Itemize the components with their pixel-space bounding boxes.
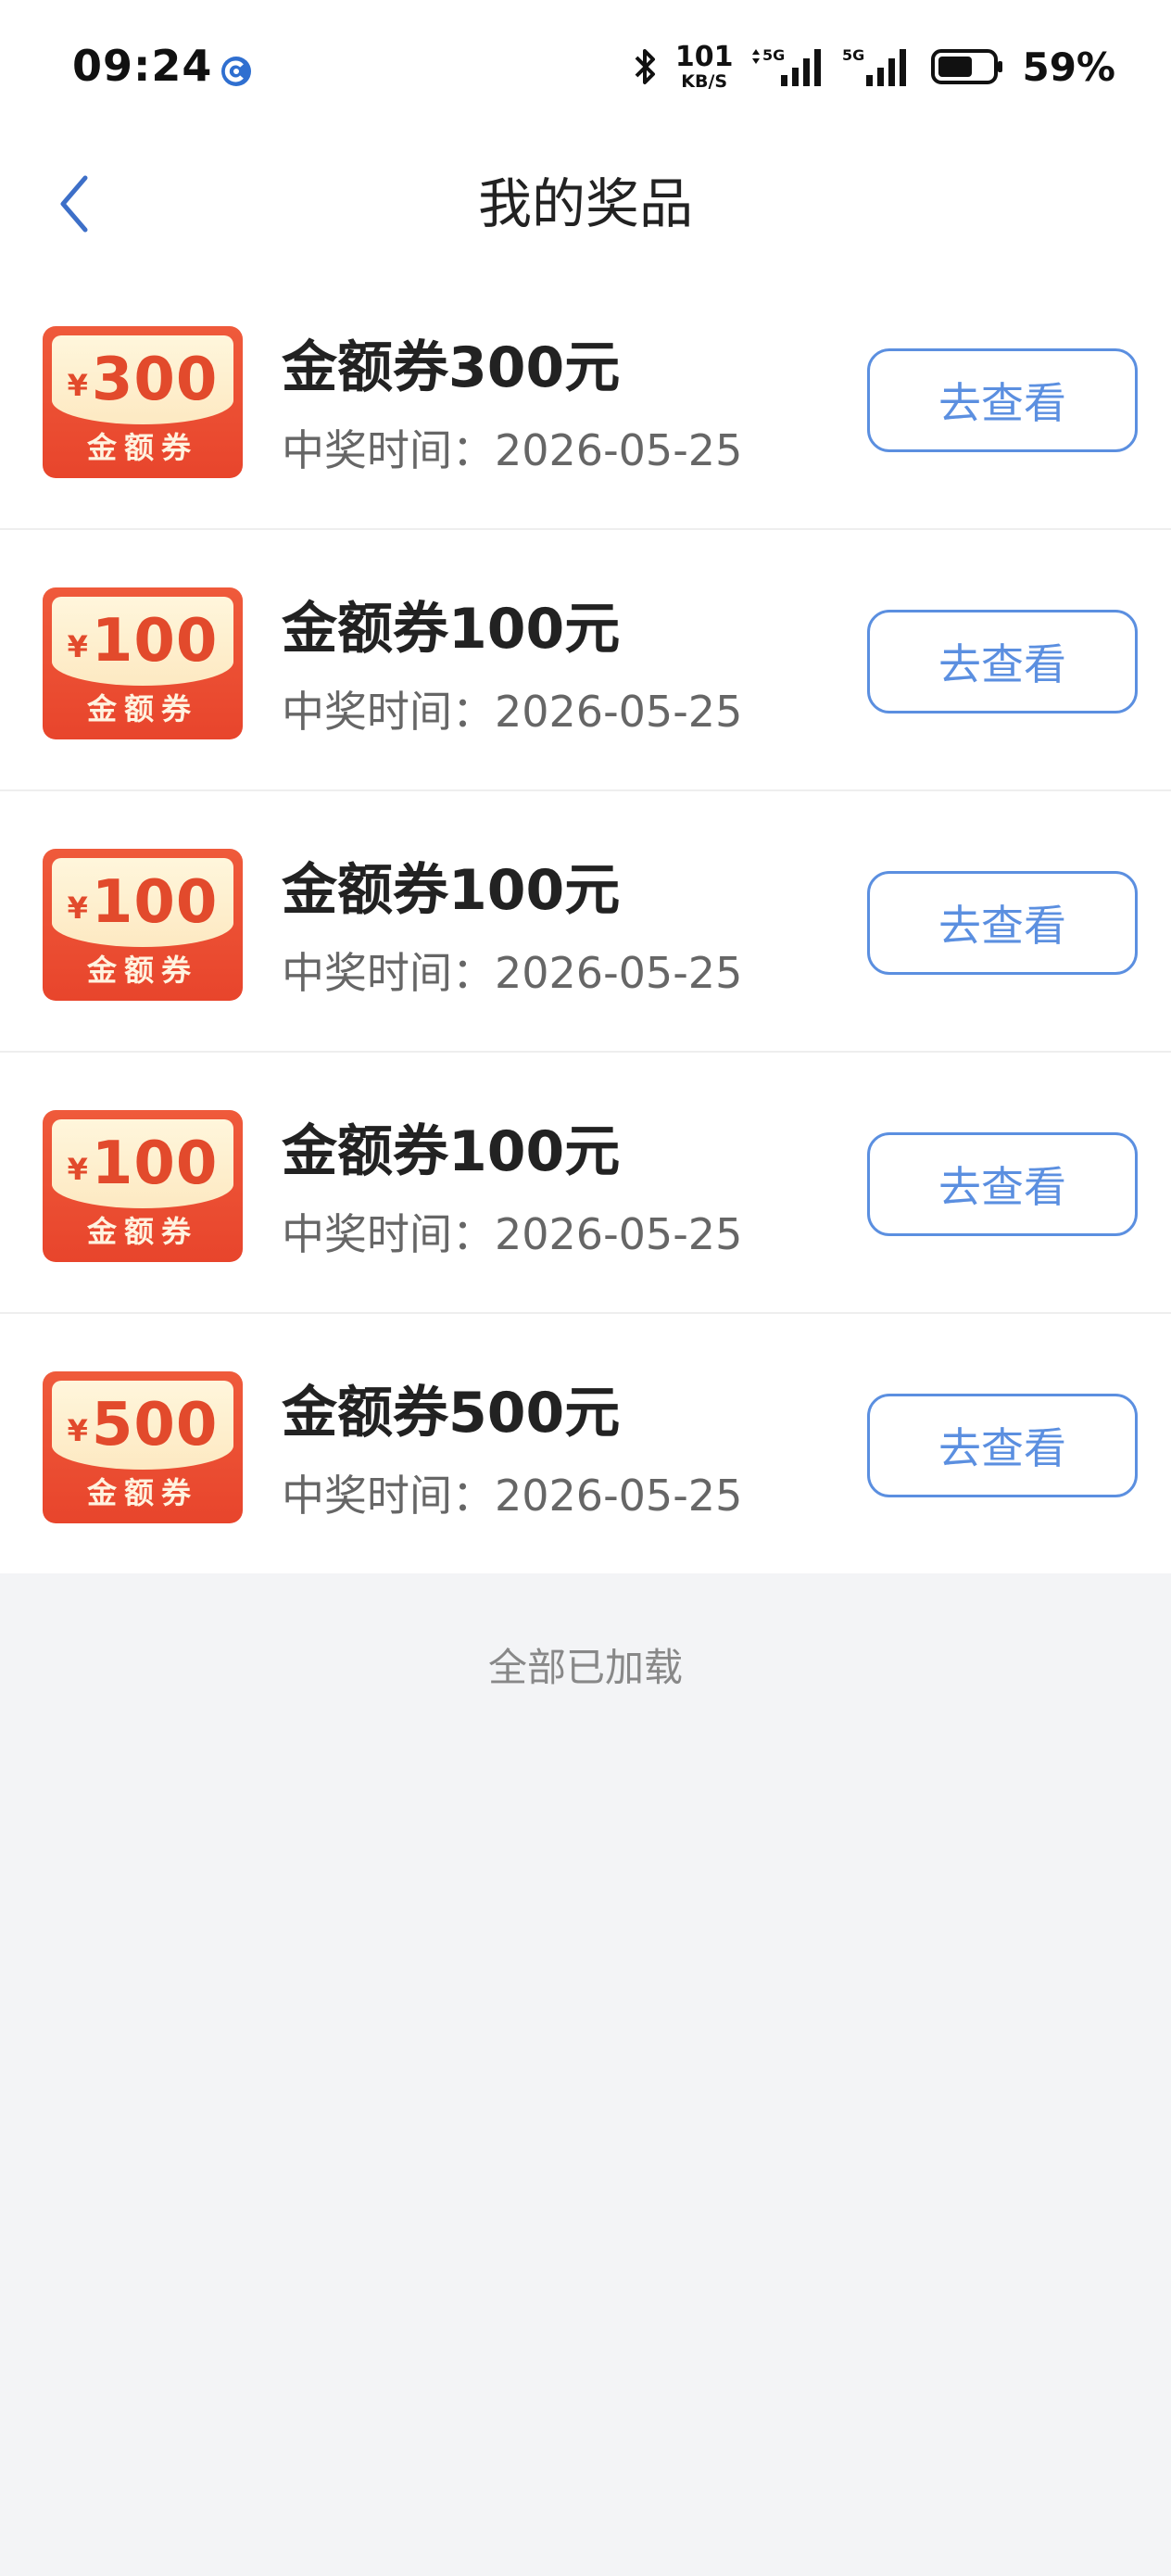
status-time: 09:24: [72, 41, 213, 91]
prize-list: ¥ 300 金额券 金额券300元 中奖时间：2026-05-25 去查看 ¥ …: [0, 269, 1171, 1573]
status-indicators: 101 KB/S 5G 5G 59%: [631, 39, 1115, 95]
coupon-currency: ¥: [67, 368, 88, 403]
network-speed-value: 101: [674, 40, 734, 73]
prize-date: 中奖时间：2026-05-25: [282, 1471, 743, 1521]
signal-2-label: 5G: [842, 46, 864, 64]
coupon-currency: ¥: [67, 1413, 88, 1448]
prize-date: 中奖时间：2026-05-25: [282, 425, 743, 475]
status-bar: 09:24 101 KB/S 5G 5G 59%: [0, 0, 1171, 139]
app-notification-icon: [221, 57, 251, 86]
screen: 09:24 101 KB/S 5G 5G 59% 我的奖品 ¥ 300 金额券 …: [0, 0, 1171, 2576]
coupon-label: 金额券: [86, 430, 198, 465]
prize-item: ¥ 300 金额券 金额券300元 中奖时间：2026-05-25 去查看: [0, 269, 1171, 530]
coupon-amount: 500: [91, 1391, 219, 1459]
prize-item: ¥ 100 金额券 金额券100元 中奖时间：2026-05-25 去查看: [0, 530, 1171, 791]
coupon-amount-area: ¥ 100: [52, 858, 233, 947]
prize-item: ¥ 500 金额券 金额券500元 中奖时间：2026-05-25 去查看: [0, 1314, 1171, 1573]
battery-icon: [931, 49, 1003, 84]
coupon-label: 金额券: [86, 1214, 198, 1249]
coupon-amount: 100: [91, 868, 219, 937]
coupon-label: 金额券: [86, 1475, 198, 1510]
view-button[interactable]: 去查看: [867, 348, 1138, 452]
coupon-label: 金额券: [86, 953, 198, 988]
coupon-badge: ¥ 100 金额券: [43, 587, 243, 739]
coupon-amount-area: ¥ 100: [52, 597, 233, 686]
coupon-label: 金额券: [86, 691, 198, 726]
all-loaded-note: 全部已加载: [487, 1645, 683, 1690]
signal-1-label: 5G: [762, 46, 785, 64]
coupon-currency: ¥: [67, 890, 88, 926]
prize-date: 中奖时间：2026-05-25: [282, 1209, 743, 1259]
network-speed: 101 KB/S: [674, 40, 734, 92]
coupon-badge: ¥ 100 金额券: [43, 849, 243, 1001]
navigation-bar: 我的奖品: [0, 139, 1171, 269]
view-button[interactable]: 去查看: [867, 871, 1138, 975]
prize-date: 中奖时间：2026-05-25: [282, 687, 743, 737]
coupon-amount-area: ¥ 500: [52, 1381, 233, 1470]
prize-title: 金额券100元: [282, 858, 621, 923]
battery-percent: 59%: [1022, 44, 1115, 90]
prize-title: 金额券500元: [282, 1381, 621, 1446]
prize-date: 中奖时间：2026-05-25: [282, 948, 743, 998]
coupon-currency: ¥: [67, 1152, 88, 1187]
prize-title: 金额券100元: [282, 1119, 621, 1184]
page-title: 我的奖品: [477, 172, 693, 235]
coupon-amount-area: ¥ 100: [52, 1119, 233, 1208]
coupon-badge: ¥ 100 金额券: [43, 1110, 243, 1262]
prize-title: 金额券300元: [282, 335, 621, 400]
prize-item: ¥ 100 金额券 金额券100元 中奖时间：2026-05-25 去查看: [0, 1053, 1171, 1314]
coupon-currency: ¥: [67, 629, 88, 664]
coupon-amount: 300: [91, 346, 219, 414]
cellular-signal-icon: 5G: [752, 46, 822, 86]
prize-title: 金额券100元: [282, 597, 621, 662]
bluetooth-icon: [635, 49, 655, 84]
network-speed-unit: KB/S: [681, 70, 728, 92]
coupon-amount: 100: [91, 1130, 219, 1198]
prize-item: ¥ 100 金额券 金额券100元 中奖时间：2026-05-25 去查看: [0, 791, 1171, 1053]
coupon-badge: ¥ 300 金额券: [43, 326, 243, 478]
view-button[interactable]: 去查看: [867, 1394, 1138, 1497]
coupon-amount-area: ¥ 300: [52, 335, 233, 424]
view-button[interactable]: 去查看: [867, 610, 1138, 713]
view-button[interactable]: 去查看: [867, 1132, 1138, 1236]
coupon-badge: ¥ 500 金额券: [43, 1371, 243, 1523]
coupon-amount: 100: [91, 607, 219, 676]
cellular-signal-icon-2: 5G: [842, 46, 907, 86]
